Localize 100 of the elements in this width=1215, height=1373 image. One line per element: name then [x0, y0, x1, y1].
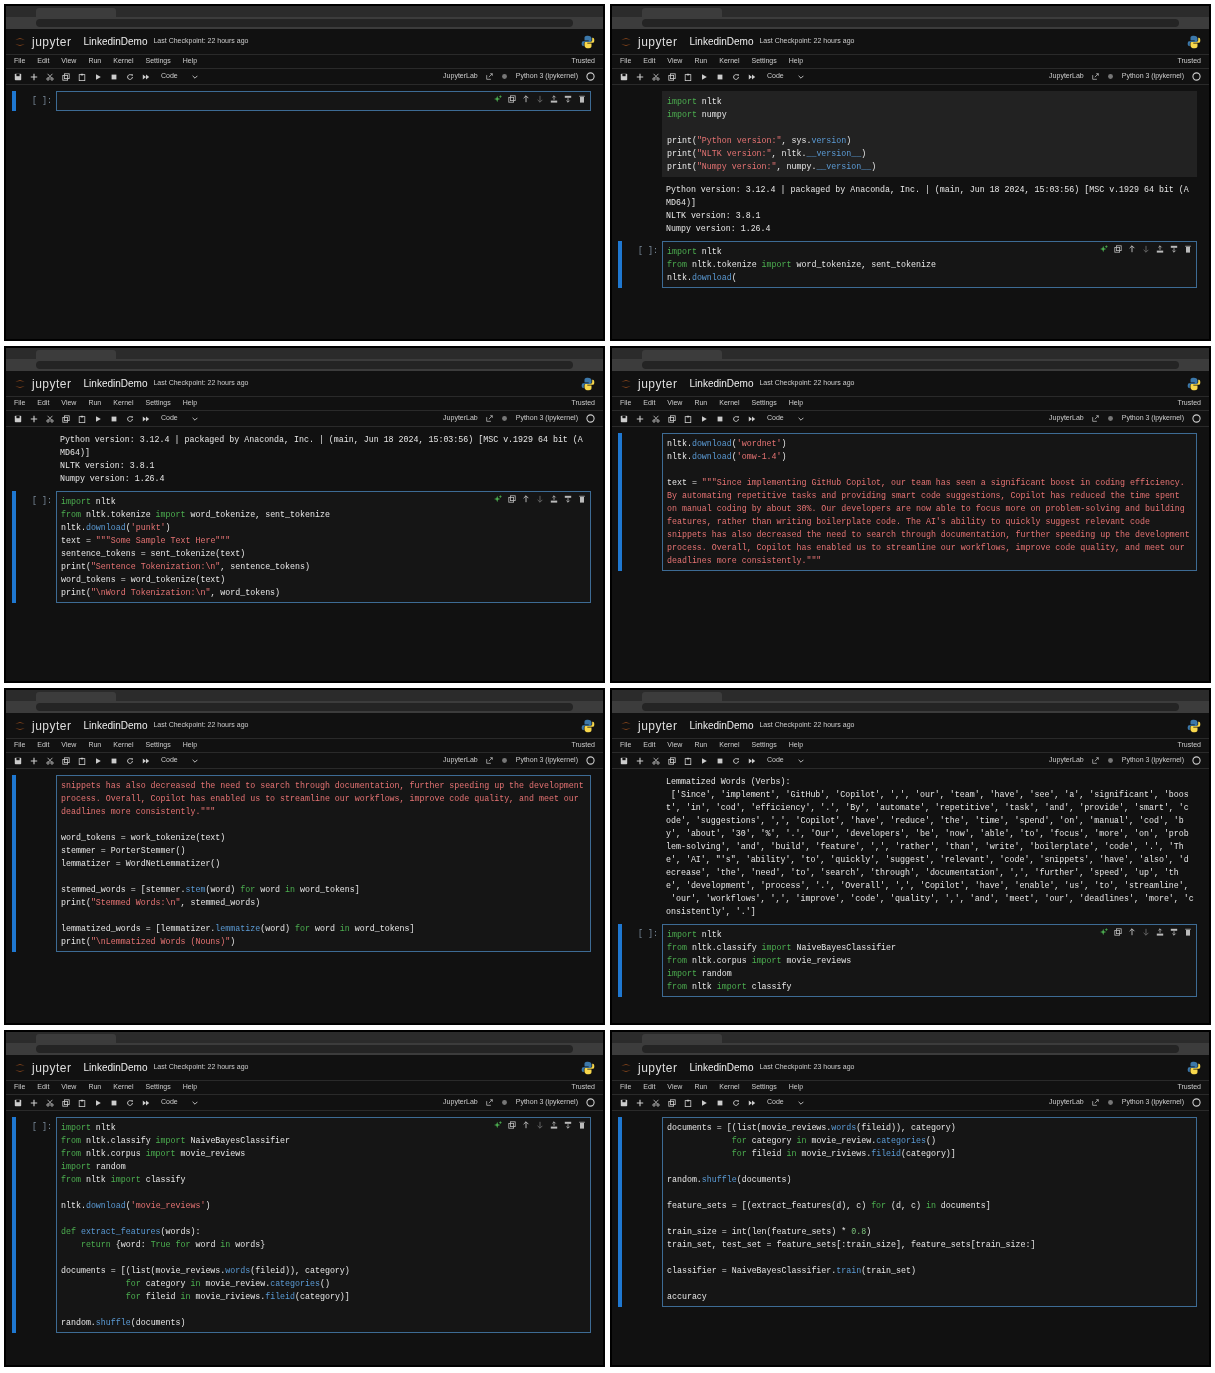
fast-forward-icon[interactable]	[142, 756, 150, 765]
code-editor[interactable]: import nltk import numpy print("Python version:", sys.version) print("NLTK version:", nltk.__version__) print("Numpy version:", numpy.__version__)	[662, 91, 1197, 177]
notebook-title[interactable]: LinkedinDemo	[689, 718, 754, 733]
notebook-title[interactable]: LinkedinDemo	[83, 1060, 148, 1075]
plus-icon[interactable]	[636, 756, 644, 765]
stop-icon[interactable]	[716, 1098, 724, 1107]
sparkle-icon[interactable]	[494, 495, 502, 503]
copy-icon[interactable]	[62, 414, 70, 423]
scissors-icon[interactable]	[652, 414, 660, 423]
code-editor[interactable]	[662, 1117, 1197, 1307]
insert-below-icon[interactable]	[564, 1121, 572, 1129]
save-icon[interactable]	[620, 1098, 628, 1107]
copy-icon[interactable]	[508, 495, 516, 503]
notebook-title[interactable]: LinkedinDemo	[83, 376, 148, 391]
run-icon[interactable]	[700, 756, 708, 765]
insert-above-icon[interactable]	[550, 495, 558, 503]
sparkle-icon[interactable]	[494, 1121, 502, 1129]
copy-icon[interactable]	[508, 95, 516, 103]
restart-icon[interactable]	[126, 72, 134, 81]
sparkle-icon[interactable]	[494, 95, 502, 103]
stop-icon[interactable]	[716, 72, 724, 81]
scissors-icon[interactable]	[652, 756, 660, 765]
stop-icon[interactable]	[716, 414, 724, 423]
stop-icon[interactable]	[716, 756, 724, 765]
scissors-icon[interactable]	[46, 756, 54, 765]
fast-forward-icon[interactable]	[748, 756, 756, 765]
sparkle-icon[interactable]	[1100, 928, 1108, 936]
notebook-title[interactable]: LinkedinDemo	[689, 34, 754, 49]
run-icon[interactable]	[94, 72, 102, 81]
run-icon[interactable]	[94, 756, 102, 765]
save-icon[interactable]	[14, 414, 22, 423]
restart-icon[interactable]	[126, 1098, 134, 1107]
up-arrow-icon[interactable]	[522, 95, 530, 103]
restart-icon[interactable]	[732, 72, 740, 81]
code-editor[interactable]: import nltk from nltk.classify import NaiveBayesClassifier from nltk.corpus import movie_reviews import random from nltk import classify	[662, 924, 1197, 997]
run-icon[interactable]	[700, 72, 708, 81]
up-arrow-icon[interactable]	[1128, 928, 1136, 936]
plus-icon[interactable]	[636, 1098, 644, 1107]
run-icon[interactable]	[700, 414, 708, 423]
insert-above-icon[interactable]	[550, 1121, 558, 1129]
plus-icon[interactable]	[30, 1098, 38, 1107]
save-icon[interactable]	[14, 1098, 22, 1107]
up-arrow-icon[interactable]	[1128, 245, 1136, 253]
down-arrow-icon[interactable]	[1142, 928, 1150, 936]
clipboard-icon[interactable]	[78, 1098, 86, 1107]
copy-icon[interactable]	[668, 756, 676, 765]
sparkle-icon[interactable]	[1100, 245, 1108, 253]
delete-icon[interactable]	[578, 1121, 586, 1129]
down-arrow-icon[interactable]	[536, 95, 544, 103]
plus-icon[interactable]	[636, 414, 644, 423]
plus-icon[interactable]	[30, 756, 38, 765]
clipboard-icon[interactable]	[78, 72, 86, 81]
delete-icon[interactable]	[1184, 245, 1192, 253]
restart-icon[interactable]	[126, 756, 134, 765]
insert-above-icon[interactable]	[1156, 928, 1164, 936]
insert-below-icon[interactable]	[564, 495, 572, 503]
code-editor[interactable]	[56, 1117, 591, 1333]
copy-icon[interactable]	[62, 72, 70, 81]
code-editor[interactable]	[56, 491, 591, 603]
fast-forward-icon[interactable]	[142, 72, 150, 81]
notebook-title[interactable]: LinkedinDemo	[83, 34, 148, 49]
scissors-icon[interactable]	[652, 1098, 660, 1107]
save-icon[interactable]	[620, 72, 628, 81]
insert-below-icon[interactable]	[1170, 928, 1178, 936]
down-arrow-icon[interactable]	[536, 495, 544, 503]
copy-icon[interactable]	[668, 72, 676, 81]
save-icon[interactable]	[620, 756, 628, 765]
insert-above-icon[interactable]	[1156, 245, 1164, 253]
save-icon[interactable]	[14, 756, 22, 765]
notebook-title[interactable]: LinkedinDemo	[83, 718, 148, 733]
notebook-title[interactable]: LinkedinDemo	[689, 376, 754, 391]
restart-icon[interactable]	[126, 414, 134, 423]
plus-icon[interactable]	[30, 72, 38, 81]
clipboard-icon[interactable]	[78, 756, 86, 765]
save-icon[interactable]	[14, 72, 22, 81]
copy-icon[interactable]	[1114, 928, 1122, 936]
insert-below-icon[interactable]	[564, 95, 572, 103]
clipboard-icon[interactable]	[684, 1098, 692, 1107]
clipboard-icon[interactable]	[684, 756, 692, 765]
insert-below-icon[interactable]	[1170, 245, 1178, 253]
stop-icon[interactable]	[110, 72, 118, 81]
notebook-title[interactable]: LinkedinDemo	[689, 1060, 754, 1075]
scissors-icon[interactable]	[46, 72, 54, 81]
clipboard-icon[interactable]	[684, 414, 692, 423]
copy-icon[interactable]	[1114, 245, 1122, 253]
scissors-icon[interactable]	[46, 1098, 54, 1107]
copy-icon[interactable]	[62, 1098, 70, 1107]
down-arrow-icon[interactable]	[1142, 245, 1150, 253]
copy-icon[interactable]	[668, 1098, 676, 1107]
restart-icon[interactable]	[732, 756, 740, 765]
code-editor[interactable]	[56, 775, 591, 952]
copy-icon[interactable]	[668, 414, 676, 423]
code-editor[interactable]: import nltk from nltk.tokenize import word_tokenize, sent_tokenize nltk.download(	[662, 241, 1197, 288]
copy-icon[interactable]	[62, 756, 70, 765]
restart-icon[interactable]	[732, 414, 740, 423]
plus-icon[interactable]	[636, 72, 644, 81]
save-icon[interactable]	[620, 414, 628, 423]
fast-forward-icon[interactable]	[748, 414, 756, 423]
plus-icon[interactable]	[30, 414, 38, 423]
run-icon[interactable]	[94, 414, 102, 423]
